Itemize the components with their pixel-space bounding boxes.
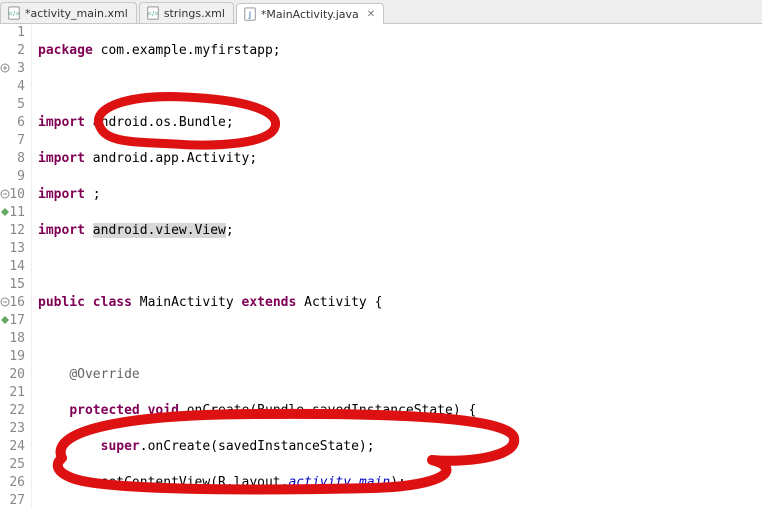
close-icon[interactable]: ✕ [367,9,375,20]
code-line[interactable]: @Override [38,366,664,384]
line-number: 11 [9,204,25,222]
code-line[interactable]: import android.app.Activity; [38,150,664,168]
svg-text:</>: </> [8,11,20,18]
code-line[interactable]: setContentView(R.layout.activity_main); [38,474,664,492]
xml-file-icon: </> [7,6,21,20]
code-line[interactable]: import ; [38,186,664,204]
tab-strings-xml[interactable]: </> strings.xml [139,2,234,23]
line-number: 13 [9,240,25,258]
line-number: 14 [9,258,25,276]
svg-text:</>: </> [147,11,159,18]
code-line[interactable]: super.onCreate(savedInstanceState); [38,438,664,456]
line-number: 20 [9,366,25,384]
svg-text:J: J [248,11,251,20]
line-number: 25 [9,456,25,474]
line-number: 1 [17,24,25,42]
line-number: 27 [9,492,25,507]
java-file-icon: J [243,7,257,21]
code-line[interactable] [38,258,664,276]
code-line[interactable]: import android.os.Bundle; [38,114,664,132]
code-line[interactable] [38,78,664,96]
line-number: 23 [9,420,25,438]
code-area[interactable]: package com.example.myfirstapp; import a… [32,24,664,507]
code-line[interactable]: import android.view.View; [38,222,664,240]
line-number: 21 [9,384,25,402]
line-number: 16 [9,294,25,312]
line-number: 17 [9,312,25,330]
tab-mainactivity-java[interactable]: J *MainActivity.java ✕ [236,3,384,24]
code-line[interactable]: public class MainActivity extends Activi… [38,294,664,312]
line-number: 24 [9,438,25,456]
line-number: 5 [17,96,25,114]
xml-file-icon: </> [146,6,160,20]
override-marker-icon[interactable] [0,207,10,217]
editor-tab-bar: </> *activity_main.xml </> strings.xml J… [0,0,762,24]
tab-label: *activity_main.xml [25,7,128,20]
line-number: 7 [17,132,25,150]
line-number: 8 [17,150,25,168]
line-number: 3 [17,60,25,78]
fold-icon[interactable] [0,63,10,73]
line-number: 18 [9,330,25,348]
override-marker-icon[interactable] [0,315,10,325]
tab-activity-main-xml[interactable]: </> *activity_main.xml [0,2,137,23]
code-line[interactable]: package com.example.myfirstapp; [38,42,664,60]
line-number: 22 [9,402,25,420]
line-number: 6 [17,114,25,132]
code-line[interactable]: protected void onCreate(Bundle savedInst… [38,402,664,420]
line-number: 10 [9,186,25,204]
fold-icon[interactable] [0,189,10,199]
line-number: 9 [17,168,25,186]
code-editor[interactable]: 1 2 3 4 5 6 7 8 9 10 11 12 13 14 15 16 1… [0,24,762,507]
line-number: 19 [9,348,25,366]
line-number: 2 [17,42,25,60]
line-number: 26 [9,474,25,492]
fold-icon[interactable] [0,297,10,307]
line-number: 12 [9,222,25,240]
code-line[interactable] [38,330,664,348]
highlighted-import: android.view.View [93,223,226,238]
tab-label: *MainActivity.java [261,8,359,21]
line-number: 4 [17,78,25,96]
line-number-gutter: 1 2 3 4 5 6 7 8 9 10 11 12 13 14 15 16 1… [0,24,32,507]
line-number: 15 [9,276,25,294]
tab-label: strings.xml [164,7,225,20]
